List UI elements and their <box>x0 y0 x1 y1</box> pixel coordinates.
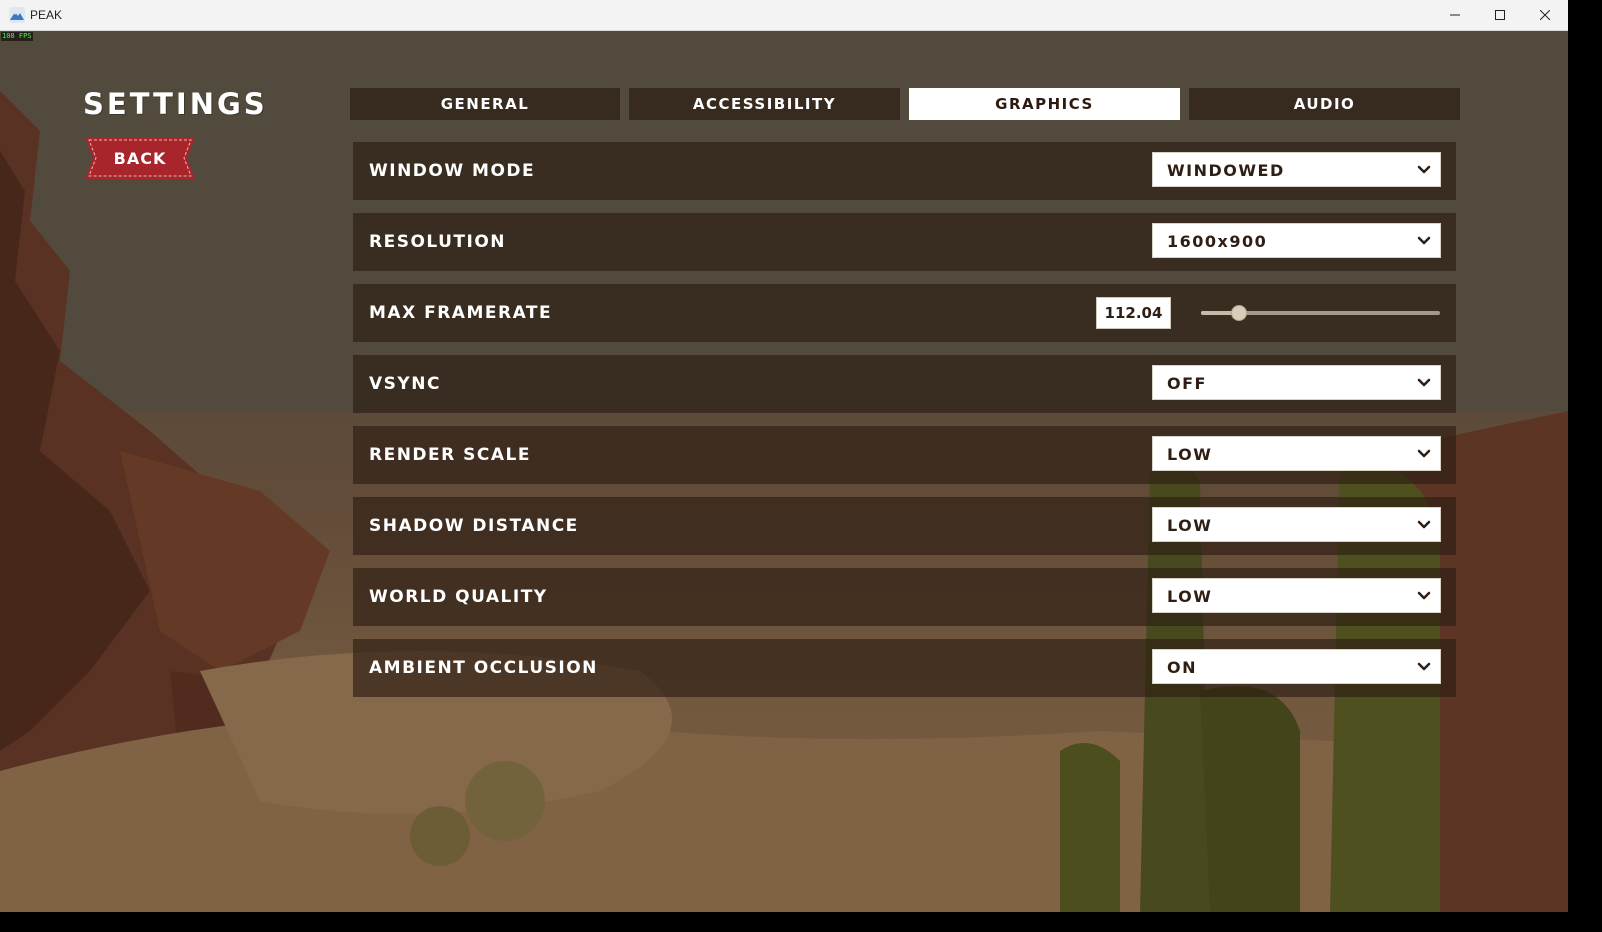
dropdown-value: LOW <box>1167 445 1213 464</box>
setting-row-max-framerate: MAX FRAMERATE 112.04 <box>353 284 1456 342</box>
setting-label: AMBIENT OCCLUSION <box>369 658 598 678</box>
window-title: PEAK <box>30 8 63 22</box>
close-icon <box>1540 10 1550 20</box>
setting-label: RESOLUTION <box>369 232 507 252</box>
tab-general-label: GENERAL <box>440 95 530 113</box>
slider-handle[interactable] <box>1231 305 1248 321</box>
settings-tabs: GENERAL ACCESSIBILITY GRAPHICS AUDIO <box>350 88 1460 120</box>
chevron-down-icon <box>1417 236 1431 245</box>
tab-accessibility-label: ACCESSIBILITY <box>692 95 837 113</box>
chevron-down-icon <box>1417 591 1431 600</box>
setting-row-world-quality: WORLD QUALITY LOW <box>353 568 1456 626</box>
tab-general[interactable]: GENERAL <box>350 88 620 120</box>
mountain-icon <box>9 7 25 23</box>
tab-graphics[interactable]: GRAPHICS <box>909 88 1180 120</box>
setting-label: SHADOW DISTANCE <box>369 516 579 536</box>
setting-row-resolution: RESOLUTION 1600x900 <box>353 213 1456 271</box>
maximize-icon <box>1495 10 1505 20</box>
dropdown-value: OFF <box>1167 374 1207 393</box>
chevron-down-icon <box>1417 449 1431 458</box>
dropdown-value: 1600x900 <box>1167 232 1268 251</box>
dropdown-value: LOW <box>1167 516 1213 535</box>
chevron-down-icon <box>1417 520 1431 529</box>
setting-row-shadow-distance: SHADOW DISTANCE LOW <box>353 497 1456 555</box>
window-mode-dropdown[interactable]: WINDOWED <box>1152 152 1441 187</box>
setting-row-ambient-occlusion: AMBIENT OCCLUSION ON <box>353 639 1456 697</box>
fps-counter: 108 FPS <box>1 32 33 41</box>
setting-label: MAX FRAMERATE <box>369 303 553 323</box>
vsync-dropdown[interactable]: OFF <box>1152 365 1441 400</box>
setting-label: VSYNC <box>369 374 441 394</box>
page-title: SETTINGS <box>83 87 268 121</box>
chevron-down-icon <box>1417 378 1431 387</box>
dropdown-value: ON <box>1167 658 1197 677</box>
minimize-button[interactable] <box>1432 0 1478 30</box>
maximize-button[interactable] <box>1477 0 1523 30</box>
ambient-occlusion-dropdown[interactable]: ON <box>1152 649 1441 684</box>
world-quality-dropdown[interactable]: LOW <box>1152 578 1441 613</box>
setting-row-vsync: VSYNC OFF <box>353 355 1456 413</box>
tab-audio-label: AUDIO <box>1293 95 1356 113</box>
tab-accessibility[interactable]: ACCESSIBILITY <box>629 88 900 120</box>
render-scale-dropdown[interactable]: LOW <box>1152 436 1441 471</box>
close-button[interactable] <box>1522 0 1568 30</box>
max-framerate-slider[interactable] <box>1201 305 1440 321</box>
tab-audio[interactable]: AUDIO <box>1189 88 1460 120</box>
setting-label: RENDER SCALE <box>369 445 531 465</box>
setting-row-window-mode: WINDOW MODE WINDOWED <box>353 142 1456 200</box>
setting-label: WINDOW MODE <box>369 161 536 181</box>
setting-row-render-scale: RENDER SCALE LOW <box>353 426 1456 484</box>
title-bar: PEAK <box>0 0 1568 31</box>
setting-label: WORLD QUALITY <box>369 587 548 607</box>
dropdown-value: WINDOWED <box>1167 161 1285 180</box>
chevron-down-icon <box>1417 165 1431 174</box>
minimize-icon <box>1450 14 1460 16</box>
game-viewport: 108 FPS SETTINGS BACK GENERAL ACCESSIBIL… <box>0 31 1568 912</box>
back-button-label: BACK <box>113 148 167 168</box>
shadow-distance-dropdown[interactable]: LOW <box>1152 507 1441 542</box>
chevron-down-icon <box>1417 662 1431 671</box>
max-framerate-input[interactable]: 112.04 <box>1096 297 1171 329</box>
tab-graphics-label: GRAPHICS <box>995 95 1094 113</box>
dropdown-value: LOW <box>1167 587 1213 606</box>
resolution-dropdown[interactable]: 1600x900 <box>1152 223 1441 258</box>
back-button[interactable]: BACK <box>85 137 195 179</box>
